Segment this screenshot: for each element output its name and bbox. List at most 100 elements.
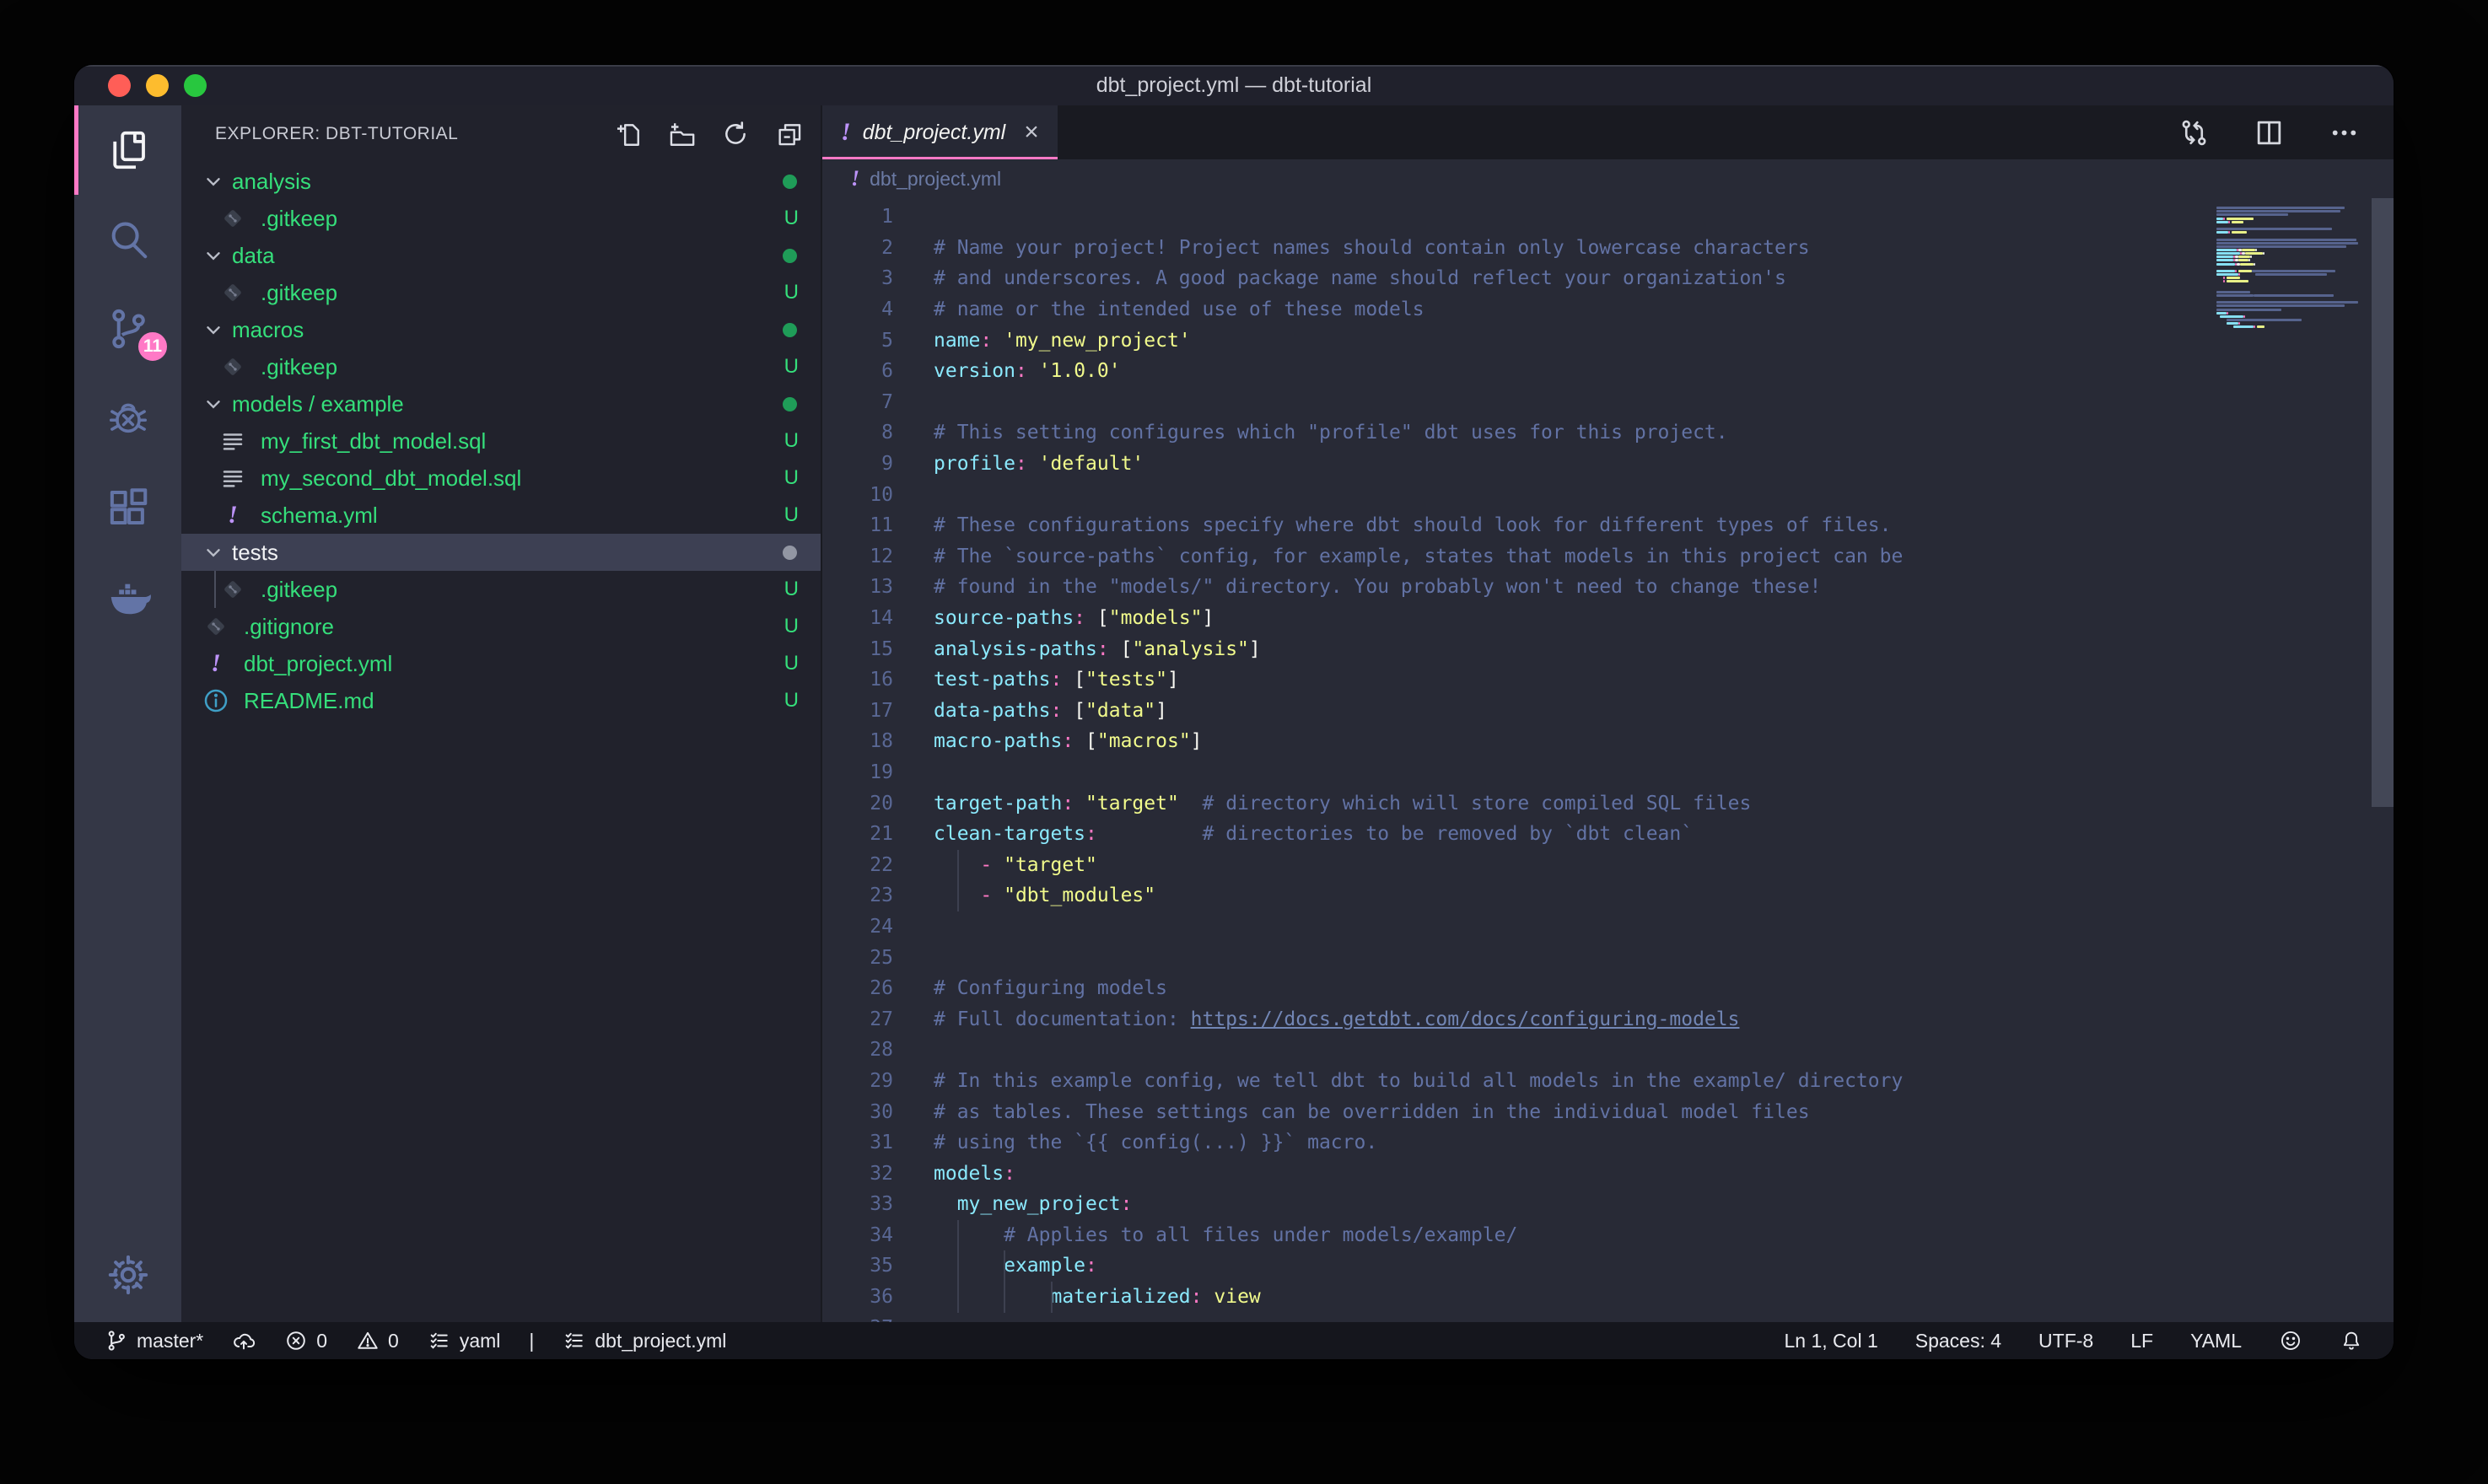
- docker-icon[interactable]: [74, 552, 181, 642]
- code-line[interactable]: 24: [822, 911, 2394, 943]
- line-number: 4: [822, 298, 893, 320]
- code-line[interactable]: 18macro-paths: ["macros"]: [822, 726, 2394, 757]
- tree-file--gitkeep[interactable]: .gitkeepU: [181, 571, 821, 608]
- code-line[interactable]: 32models:: [822, 1158, 2394, 1189]
- code-line[interactable]: 14source-paths: ["models"]: [822, 603, 2394, 634]
- tree-file--gitkeep[interactable]: .gitkeepU: [181, 348, 821, 385]
- refresh-icon[interactable]: [721, 120, 750, 148]
- tree-file-my-first-dbt-model-sql[interactable]: my_first_dbt_model.sqlU: [181, 422, 821, 460]
- tree-folder-data[interactable]: data: [181, 237, 821, 274]
- status-right-yaml[interactable]: YAML: [2190, 1330, 2242, 1352]
- code-line[interactable]: 8# This setting configures which "profil…: [822, 417, 2394, 449]
- status-left-git-branch[interactable]: master*: [105, 1329, 203, 1352]
- code-line[interactable]: 12# The `source-paths` config, for examp…: [822, 541, 2394, 573]
- minimap[interactable]: [2216, 203, 2368, 347]
- code-line[interactable]: 19: [822, 757, 2394, 788]
- code-line[interactable]: 34 # Applies to all files under models/e…: [822, 1220, 2394, 1251]
- status-left-cloud-upload[interactable]: [232, 1329, 256, 1352]
- code-line[interactable]: 20target-path: "target" # directory whic…: [822, 788, 2394, 819]
- code-line[interactable]: 26# Configuring models: [822, 973, 2394, 1004]
- code-line[interactable]: 16test-paths: ["tests"]: [822, 664, 2394, 696]
- git-file-icon: [219, 576, 246, 603]
- code-line[interactable]: 5name: 'my_new_project': [822, 325, 2394, 356]
- extensions-icon[interactable]: [74, 463, 181, 552]
- collapse-all-icon[interactable]: [775, 120, 804, 148]
- new-folder-icon[interactable]: [667, 120, 696, 148]
- code-line[interactable]: 36 materialized: view: [822, 1282, 2394, 1313]
- breadcrumb[interactable]: ! dbt_project.yml: [822, 159, 2394, 198]
- code-line[interactable]: 25: [822, 942, 2394, 973]
- line-number: 29: [822, 1070, 893, 1092]
- code-line[interactable]: 22 - "target": [822, 849, 2394, 880]
- git-file-icon: [219, 205, 246, 232]
- code-line[interactable]: 21clean-targets: # directories to be rem…: [822, 819, 2394, 850]
- status-right-bell[interactable]: [2340, 1329, 2363, 1352]
- status-right-ln-1-col-1[interactable]: Ln 1, Col 1: [1785, 1330, 1878, 1352]
- search-icon[interactable]: [74, 195, 181, 284]
- status-left-checklist[interactable]: yaml: [428, 1329, 501, 1352]
- status-left-error-circle[interactable]: 0: [284, 1329, 327, 1352]
- code-line[interactable]: 4# name or the intended use of these mod…: [822, 294, 2394, 325]
- code-line[interactable]: 6version: '1.0.0': [822, 356, 2394, 387]
- breadcrumb-file: dbt_project.yml: [870, 168, 1001, 191]
- tree-file-my-second-dbt-model-sql[interactable]: my_second_dbt_model.sqlU: [181, 460, 821, 497]
- code-line[interactable]: 27# Full documentation: https://docs.get…: [822, 1003, 2394, 1035]
- close-window-button[interactable]: [108, 74, 131, 97]
- sql-file-icon: [220, 428, 245, 454]
- code-line[interactable]: 37: [822, 1312, 2394, 1322]
- code-line[interactable]: 9profile: 'default': [822, 449, 2394, 480]
- tree-item-label: macros: [232, 317, 304, 343]
- tree-folder-tests[interactable]: tests: [181, 534, 821, 571]
- tab-close-icon[interactable]: ×: [1024, 118, 1039, 147]
- tree-folder-analysis[interactable]: analysis: [181, 163, 821, 200]
- tab-dbt-project-yml[interactable]: ! dbt_project.yml ×: [822, 105, 1058, 159]
- code-line[interactable]: 35 example:: [822, 1250, 2394, 1282]
- folder-changes-dot: [783, 323, 797, 337]
- status-left-warning-triangle[interactable]: 0: [356, 1329, 399, 1352]
- code-line[interactable]: 31# using the `{{ config(...) }}` macro.: [822, 1127, 2394, 1159]
- tree-file--gitkeep[interactable]: .gitkeepU: [181, 200, 821, 237]
- more-actions-icon[interactable]: [2329, 117, 2360, 148]
- code-line[interactable]: 17data-paths: ["data"]: [822, 696, 2394, 727]
- status-right-spaces-4[interactable]: Spaces: 4: [1915, 1330, 2001, 1352]
- tree-file-readme-md[interactable]: README.mdU: [181, 682, 821, 719]
- line-number: 10: [822, 484, 893, 506]
- open-changes-icon[interactable]: [2178, 117, 2210, 148]
- code-line[interactable]: 11# These configurations specify where d…: [822, 510, 2394, 541]
- status-right-utf-8[interactable]: UTF-8: [2038, 1330, 2093, 1352]
- code-line[interactable]: 28: [822, 1035, 2394, 1066]
- source-control-icon[interactable]: 11: [74, 284, 181, 374]
- tree-folder-models-example[interactable]: models / example: [181, 385, 821, 422]
- settings-gear-icon[interactable]: [74, 1228, 181, 1322]
- code-line[interactable]: 23 - "dbt_modules": [822, 880, 2394, 911]
- tree-file--gitkeep[interactable]: .gitkeepU: [181, 274, 821, 311]
- status-right-lf[interactable]: LF: [2130, 1330, 2153, 1352]
- status-left-checklist[interactable]: dbt_project.yml: [563, 1329, 726, 1352]
- code-line[interactable]: 2# Name your project! Project names shou…: [822, 233, 2394, 264]
- minimize-window-button[interactable]: [146, 74, 169, 97]
- code-line[interactable]: 3# and underscores. A good package name …: [822, 263, 2394, 294]
- tree-item-label: .gitkeep: [261, 354, 337, 380]
- code-editor[interactable]: 12# Name your project! Project names sho…: [822, 198, 2394, 1322]
- code-line[interactable]: 13# found in the "models/" directory. Yo…: [822, 572, 2394, 603]
- line-number: 19: [822, 761, 893, 783]
- code-line[interactable]: 1: [822, 202, 2394, 233]
- tree-file--gitignore[interactable]: .gitignoreU: [181, 608, 821, 645]
- editor-scrollbar[interactable]: [2372, 198, 2394, 807]
- code-line[interactable]: 7: [822, 387, 2394, 418]
- code-line[interactable]: 33 my_new_project:: [822, 1189, 2394, 1220]
- explorer-icon[interactable]: [74, 105, 181, 195]
- code-line[interactable]: 10: [822, 479, 2394, 510]
- tree-file-dbt-project-yml[interactable]: !dbt_project.ymlU: [181, 645, 821, 682]
- zoom-window-button[interactable]: [184, 74, 207, 97]
- split-editor-icon[interactable]: [2254, 117, 2285, 148]
- line-number: 33: [822, 1193, 893, 1215]
- debug-icon[interactable]: [74, 374, 181, 463]
- tree-folder-macros[interactable]: macros: [181, 311, 821, 348]
- new-file-icon[interactable]: [613, 120, 642, 148]
- code-line[interactable]: 29# In this example config, we tell dbt …: [822, 1066, 2394, 1097]
- tree-file-schema-yml[interactable]: !schema.ymlU: [181, 497, 821, 534]
- status-right-smiley[interactable]: [2279, 1329, 2302, 1352]
- code-line[interactable]: 15analysis-paths: ["analysis"]: [822, 633, 2394, 664]
- code-line[interactable]: 30# as tables. These settings can be ove…: [822, 1096, 2394, 1127]
